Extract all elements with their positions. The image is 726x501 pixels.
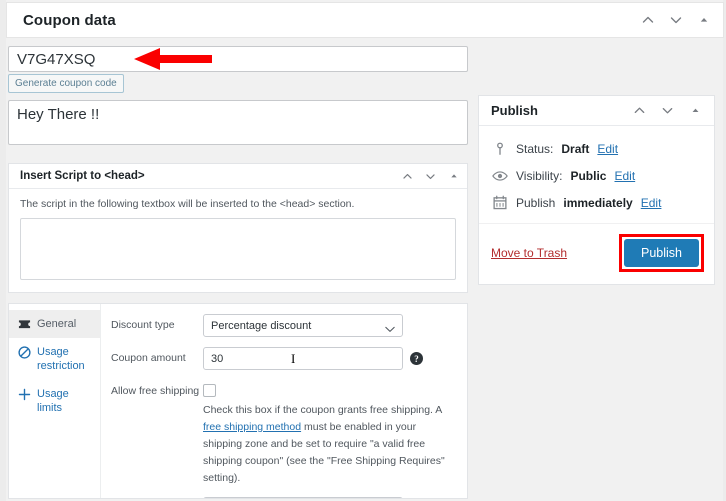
coupon-data-handle-actions [641,13,723,27]
discount-type-row: Discount type Percentage discount [111,314,455,337]
publish-button-highlight: Publish [619,234,704,272]
publish-panel-title: Publish [491,103,538,118]
coupon-settings-panel: General Usage restriction Usage limits D… [8,303,468,499]
coupon-amount-input-wrap: I [203,347,403,370]
discount-type-select[interactable]: Percentage discount [203,314,403,337]
calendar-icon [491,194,508,211]
eye-icon [491,167,508,184]
publish-date-label: Publish [516,195,556,210]
publish-date-value: immediately [563,195,633,210]
coupon-amount-help-icon[interactable]: ? [410,352,423,365]
move-to-trash-link[interactable]: Move to Trash [491,246,567,260]
settings-tab-list: General Usage restriction Usage limits [9,304,101,498]
discount-type-label: Discount type [111,319,175,331]
free-shipping-method-link[interactable]: free shipping method [203,421,301,433]
publish-footer: Move to Trash Publish [479,224,714,284]
blocked-icon [18,345,31,359]
allow-free-shipping-row: Allow free shipping Check this box if th… [111,380,455,487]
insert-script-panel-title: Insert Script to <head> [20,170,145,182]
publish-handle-actions [632,104,714,118]
plus-icon [18,387,31,401]
sidebar-item-general-label: General [37,318,77,330]
insert-script-panel-header: Insert Script to <head> [9,164,467,189]
coupon-amount-row: Coupon amount I ? [111,347,455,370]
sidebar-item-general[interactable]: General [9,310,100,338]
pin-icon [491,140,508,157]
publish-visibility-row: Visibility: Public Edit [491,162,702,189]
publish-visibility-value: Public [570,168,607,183]
sidebar-item-usage-limits-label: Usage limits [37,388,69,414]
sidebar-item-usage-restriction[interactable]: Usage restriction [9,338,100,380]
publish-date-row: Publish immediately Edit [491,189,702,216]
coupon-amount-label: Coupon amount [111,352,186,364]
discount-type-control: Percentage discount [203,314,455,337]
chevron-up-icon[interactable] [632,104,646,118]
sidebar-item-usage-restriction-label: Usage restriction [37,346,85,372]
chevron-down-icon[interactable] [660,104,674,118]
general-settings-body: Discount type Percentage discount Coupon… [101,304,467,498]
left-gutter [0,0,6,501]
publish-button[interactable]: Publish [624,239,699,267]
free-shipping-desc-before: Check this box if the coupon grants free… [203,404,442,416]
coupon-amount-control: I ? [203,347,455,370]
insert-script-body: The script in the following textbox will… [9,189,467,293]
chevron-up-icon[interactable] [402,171,413,182]
edit-status-link[interactable]: Edit [597,142,618,156]
generate-coupon-code-button[interactable]: Generate coupon code [8,74,124,93]
page-title: Coupon data [23,11,116,29]
chevron-down-icon[interactable] [669,13,683,27]
publish-panel-header: Publish [479,96,714,126]
publish-rows: Status: Draft Edit Visibility: Public Ed… [479,126,714,224]
edit-visibility-link[interactable]: Edit [614,169,635,183]
coupon-code-input[interactable] [8,46,468,72]
publish-visibility-label: Visibility: [516,168,563,183]
insert-script-textarea[interactable] [20,218,456,280]
coupon-expiry-date-control: ? [203,497,455,498]
sidebar-item-usage-limits[interactable]: Usage limits [9,380,100,422]
insert-script-handle-actions [402,171,467,182]
coupon-description-textarea[interactable]: Hey There !! [8,100,468,145]
insert-script-help-text: The script in the following textbox will… [20,198,355,210]
publish-status-row: Status: Draft Edit [491,135,702,162]
publish-status-value: Draft [561,141,590,156]
chevron-up-icon[interactable] [641,13,655,27]
allow-free-shipping-control: Check this box if the coupon grants free… [203,380,455,487]
toggle-panel-icon[interactable] [448,171,459,182]
coupon-amount-input[interactable] [203,347,403,370]
insert-script-panel: Insert Script to <head> The script in th… [8,163,468,293]
coupon-data-panel-header: Coupon data [6,2,724,38]
edit-date-link[interactable]: Edit [641,196,662,210]
toggle-panel-icon[interactable] [697,13,711,27]
discount-type-select-wrap: Percentage discount [203,314,403,337]
publish-panel: Publish Status: Draft Edit Visibility: P… [478,95,715,285]
allow-free-shipping-checkbox[interactable] [203,384,216,397]
screen-root: Coupon data Generate coupon code Hey The… [0,0,726,501]
coupon-expiry-date-input[interactable] [203,497,403,498]
ticket-icon [18,317,31,331]
text-cursor-icon: I [291,351,296,366]
allow-free-shipping-description: Check this box if the coupon grants free… [203,402,451,487]
publish-status-label: Status: [516,141,554,156]
toggle-panel-icon[interactable] [688,104,702,118]
coupon-expiry-date-label: Coupon expiry date [111,497,203,498]
allow-free-shipping-label: Allow free shipping [111,385,200,397]
chevron-down-icon[interactable] [425,171,436,182]
coupon-expiry-date-row: Coupon expiry date ? [111,497,455,498]
